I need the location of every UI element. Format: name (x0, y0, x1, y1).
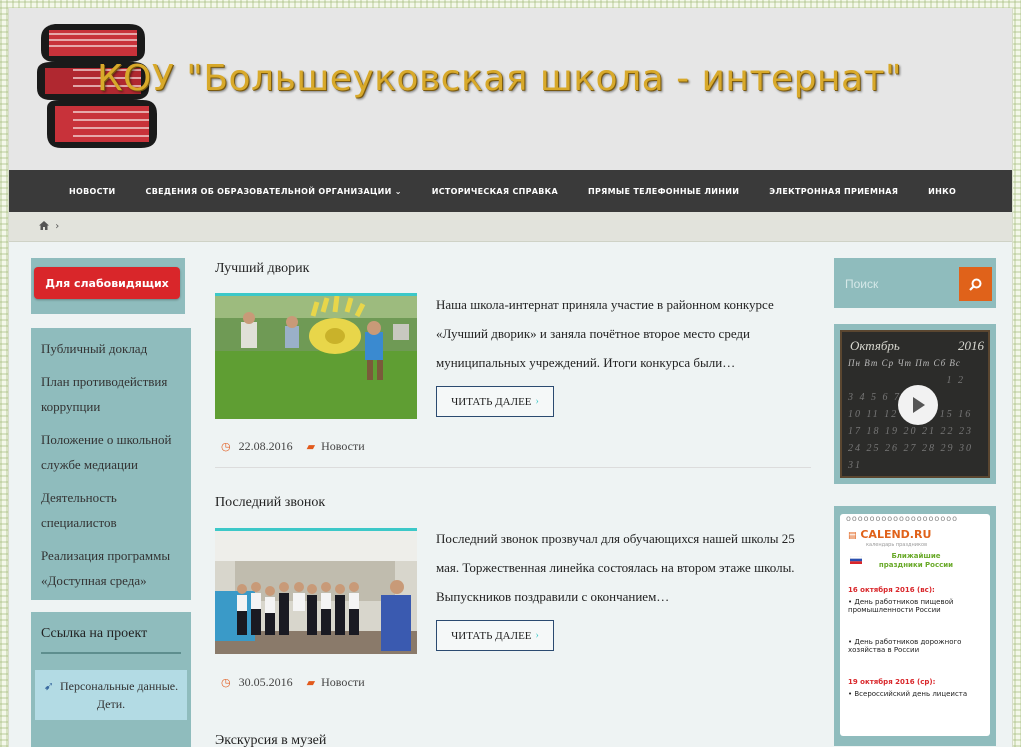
nav-item-news[interactable]: НОВОСТИ (69, 187, 116, 196)
home-icon[interactable] (39, 221, 49, 230)
folder-icon: ▰ (306, 677, 316, 689)
calend-heading: Ближайшие праздники России (878, 552, 954, 569)
post-meta: ◷ 22.08.2016 ▰ Новости (221, 439, 365, 454)
blackboard-header: Октябрь 2016 (850, 338, 984, 354)
accessibility-widget: Для слабовидящих (31, 258, 185, 314)
holidays-widget: ooooooooooooooooooo ▤ CALEND.RU календар… (834, 506, 996, 746)
chevron-down-icon: ⌄ (394, 186, 402, 196)
calend-logo[interactable]: ▤ CALEND.RU (848, 528, 931, 541)
post-card: Последний звонок Последний звонок прозву… (215, 495, 815, 705)
sidebar-link-accessible-env[interactable]: Реализация программы «Доступная среда» (41, 543, 181, 593)
post-category-link[interactable]: Новости (321, 675, 365, 690)
clock-icon: ◷ (221, 441, 231, 453)
play-button[interactable] (898, 385, 938, 425)
read-more-label: ЧИТАТЬ ДАЛЕЕ (451, 629, 532, 642)
post-title[interactable]: Лучший дворик (215, 261, 815, 277)
calendar-rings-decoration: ooooooooooooooooooo (846, 514, 958, 523)
calend-logo-text: CALEND.RU (860, 528, 932, 541)
post-excerpt: Наша школа-интернат приняла участие в ра… (436, 297, 774, 370)
holiday-item[interactable]: • День работников пищевой промышленности… (848, 598, 982, 614)
nav-item-label: СВЕДЕНИЯ ОБ ОБРАЗОВАТЕЛЬНОЙ ОРГАНИЗАЦИИ (145, 186, 392, 196)
chevron-right-icon: › (535, 396, 539, 407)
nav-item-history[interactable]: ИСТОРИЧЕСКАЯ СПРАВКА (432, 187, 558, 196)
holiday-title: День работников пищевой промышленности Р… (848, 598, 954, 614)
holiday-item[interactable]: • Всероссийский день лицеиста (848, 690, 982, 698)
read-more-button[interactable]: ЧИТАТЬ ДАЛЕЕ › (436, 620, 554, 651)
holiday-date: 16 октября 2016 (вс): (848, 586, 935, 594)
search-icon (969, 278, 982, 291)
sidebar-link-anticorruption[interactable]: План противодействия коррупции (41, 369, 181, 419)
holiday-item[interactable]: • День работников дорожного хозяйства в … (848, 638, 982, 654)
nav-item-label: ИСТОРИЧЕСКАЯ СПРАВКА (431, 186, 559, 196)
divider (215, 467, 811, 468)
low-vision-button[interactable]: Для слабовидящих (34, 267, 180, 299)
sidebar-link-specialists[interactable]: Деятельность специалистов (41, 485, 181, 535)
read-more-button[interactable]: ЧИТАТЬ ДАЛЕЕ › (436, 386, 554, 417)
paper-plane-icon: ➹ (43, 679, 54, 693)
calendar-icon: ▤ (848, 531, 857, 541)
read-more-label: ЧИТАТЬ ДАЛЕЕ (451, 395, 532, 408)
project-link-widget: Ссылка на проект ➹ Персональные данные. Д… (31, 612, 191, 747)
post-title[interactable]: Экскурсия в музей (215, 733, 815, 747)
holiday-title: Всероссийский день лицеиста (854, 690, 968, 698)
chevron-right-icon: › (535, 630, 539, 641)
play-icon (913, 397, 925, 413)
russia-flag-icon (850, 556, 862, 564)
calend-tagline: календарь праздников (866, 542, 928, 548)
folder-icon: ▰ (306, 441, 316, 453)
calendar-year: 2016 (958, 338, 984, 353)
yard-photo-image (215, 296, 417, 419)
breadcrumb-separator: › (55, 221, 60, 232)
calendar-month: Октябрь (850, 338, 900, 353)
blackboard-calendar-video[interactable]: Октябрь 2016 Пн Вт Ср Чт Пт Сб Вс 1 2 3 … (840, 330, 990, 478)
nav-item-inko[interactable]: ИНКО (928, 187, 956, 196)
holiday-date: 19 октября 2016 (ср): (848, 678, 936, 686)
post-category-link[interactable]: Новости (321, 439, 365, 454)
nav-item-org-info[interactable]: СВЕДЕНИЯ ОБ ОБРАЗОВАТЕЛЬНОЙ ОРГАНИЗАЦИИ ⌄ (146, 187, 402, 196)
post-card: Экскурсия в музей (215, 733, 815, 747)
sidebar-link-public-report[interactable]: Публичный доклад (41, 336, 181, 361)
post-title[interactable]: Последний звонок (215, 495, 815, 511)
nav-item-e-reception[interactable]: ЭЛЕКТРОННАЯ ПРИЕМНАЯ (769, 187, 898, 196)
sidebar-link-mediation[interactable]: Положение о школьной службе медиации (41, 427, 181, 477)
nav-item-label: ПРЯМЫЕ ТЕЛЕФОННЫЕ ЛИНИИ (588, 186, 740, 196)
post-date: 22.08.2016 (238, 439, 293, 453)
calendar-row: 24 25 26 27 28 29 30 (848, 443, 973, 454)
search-widget (834, 258, 996, 308)
graduation-photo-image (215, 531, 417, 654)
post-date: 30.05.2016 (238, 675, 293, 689)
nav-item-label: ЭЛЕКТРОННАЯ ПРИЕМНАЯ (769, 186, 899, 196)
search-input[interactable] (839, 267, 959, 301)
nav-item-label: НОВОСТИ (69, 186, 116, 196)
calendar-video-widget: Октябрь 2016 Пн Вт Ср Чт Пт Сб Вс 1 2 3 … (834, 324, 996, 484)
sidebar-links-widget: Публичный доклад План противодействия ко… (31, 328, 191, 600)
post-card: Лучший дворик Наша школа-интернат принял… (215, 261, 815, 471)
site-title[interactable]: КОУ "Большеуковская школа - интернат" (97, 58, 902, 118)
clock-icon: ◷ (221, 677, 231, 689)
search-button[interactable] (959, 267, 992, 301)
calend-informer[interactable]: ooooooooooooooooooo ▤ CALEND.RU календар… (840, 514, 990, 736)
calendar-row: 17 18 19 20 21 22 23 (848, 426, 973, 437)
widget-title: Ссылка на проект (41, 626, 181, 654)
page: КОУ "Большеуковская школа - интернат" НО… (8, 8, 1013, 747)
personal-data-link[interactable]: ➹ Персональные данные. Дети. (35, 670, 187, 720)
post-thumbnail[interactable] (215, 293, 417, 419)
post-excerpt: Последний звонок прозвучал для обучающих… (436, 531, 795, 604)
breadcrumb: › (9, 212, 1012, 242)
nav-item-hotlines[interactable]: ПРЯМЫЕ ТЕЛЕФОННЫЕ ЛИНИИ (588, 187, 739, 196)
site-header: КОУ "Большеуковская школа - интернат" (9, 8, 1012, 170)
post-thumbnail[interactable] (215, 528, 417, 654)
nav-item-label: ИНКО (928, 186, 957, 196)
calendar-row: 31 (848, 460, 862, 471)
post-meta: ◷ 30.05.2016 ▰ Новости (221, 675, 365, 690)
holiday-title: День работников дорожного хозяйства в Ро… (848, 638, 962, 654)
main-nav: НОВОСТИ СВЕДЕНИЯ ОБ ОБРАЗОВАТЕЛЬНОЙ ОРГА… (9, 170, 1012, 212)
calendar-weekdays: Пн Вт Ср Чт Пт Сб Вс (848, 358, 961, 368)
project-card-text: Персональные данные. Дети. (59, 679, 179, 711)
